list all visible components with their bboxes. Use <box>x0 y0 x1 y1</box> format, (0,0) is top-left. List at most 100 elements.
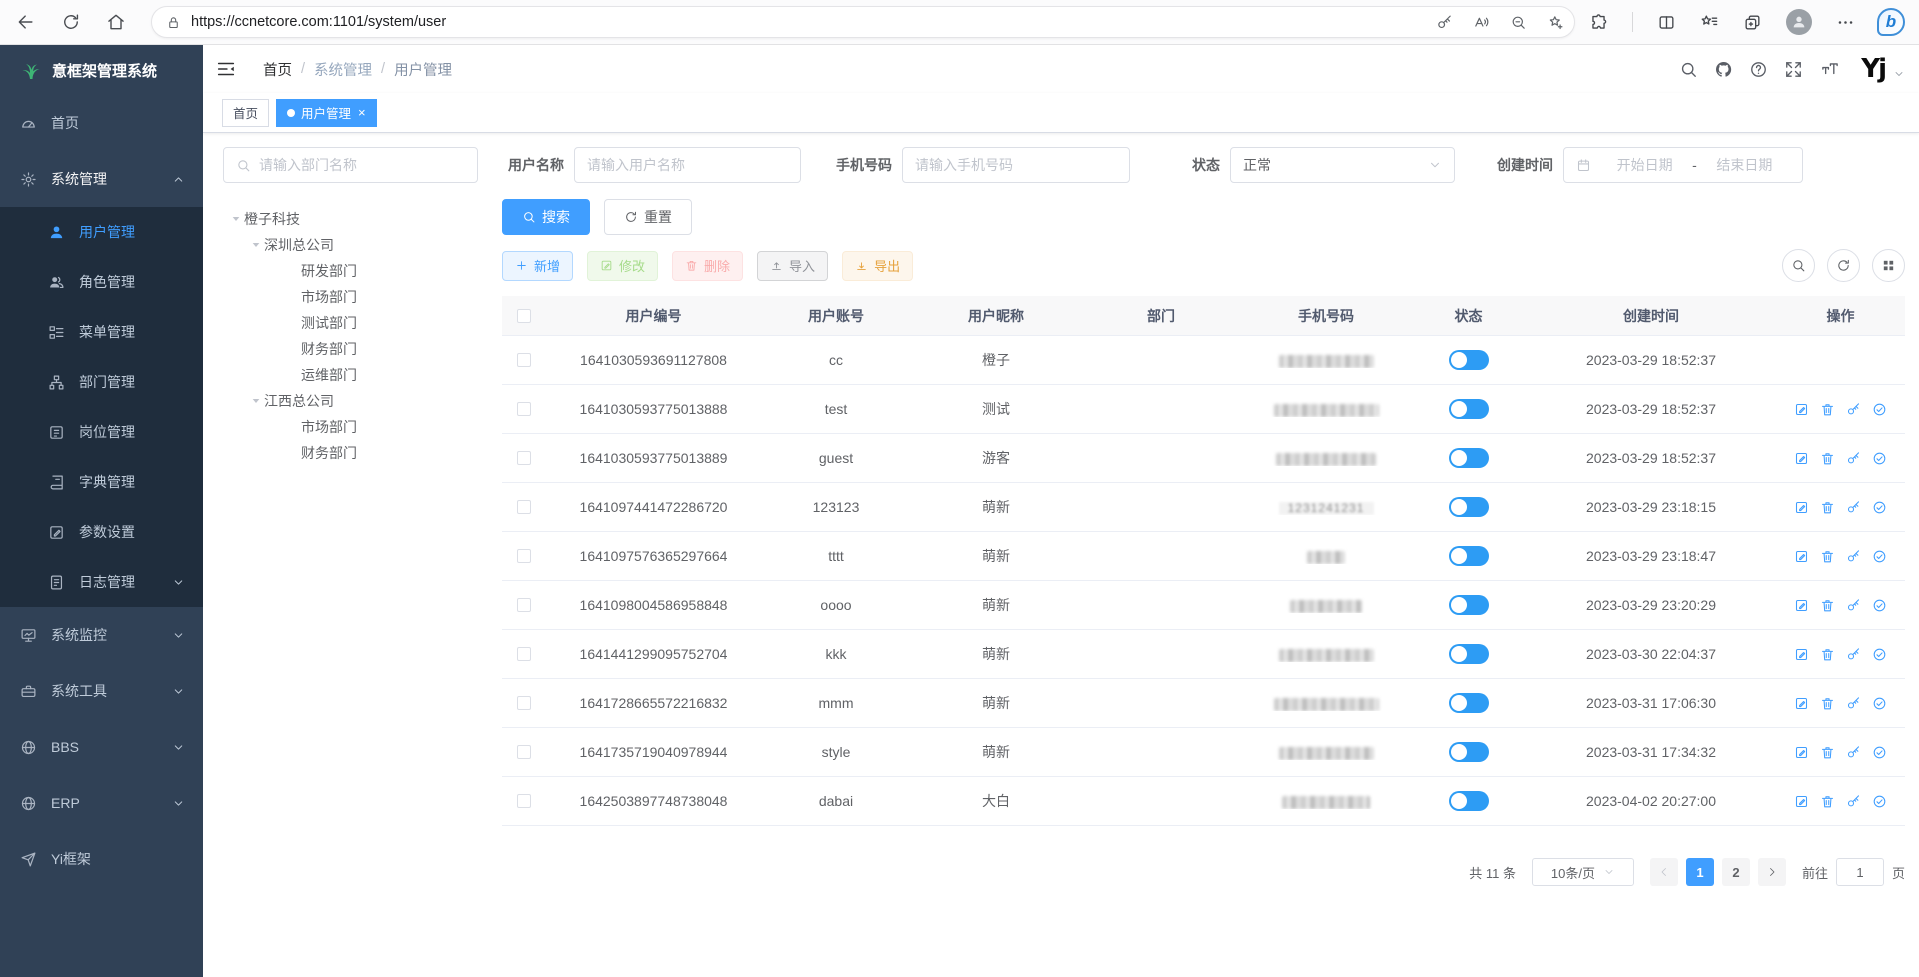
row-checkbox[interactable] <box>517 549 531 563</box>
breadcrumb-home[interactable]: 首页 <box>263 59 292 80</box>
row-assign-role-icon[interactable] <box>1872 402 1887 417</box>
row-delete-icon[interactable] <box>1820 598 1835 613</box>
row-reset-password-icon[interactable] <box>1846 500 1861 515</box>
browser-profile-avatar[interactable] <box>1786 9 1812 35</box>
row-delete-icon[interactable] <box>1820 402 1835 417</box>
add-button[interactable]: 新增 <box>502 251 573 281</box>
row-delete-icon[interactable] <box>1820 500 1835 515</box>
tab-home[interactable]: 首页 <box>222 99 269 127</box>
split-screen-icon[interactable] <box>1657 13 1676 32</box>
row-reset-password-icon[interactable] <box>1846 549 1861 564</box>
row-edit-icon[interactable] <box>1794 696 1809 711</box>
page-size-select[interactable]: 10条/页 <box>1532 858 1634 886</box>
status-toggle[interactable] <box>1449 497 1489 517</box>
font-size-icon[interactable] <box>1819 60 1841 79</box>
page-number-button[interactable]: 2 <box>1722 858 1750 886</box>
read-aloud-icon[interactable] <box>1473 14 1490 31</box>
user-avatar[interactable]: Yj <box>1861 56 1885 82</box>
collections-icon[interactable] <box>1743 13 1762 32</box>
phone-field[interactable] <box>915 157 1117 173</box>
row-delete-icon[interactable] <box>1820 451 1835 466</box>
status-toggle[interactable] <box>1449 448 1489 468</box>
tree-node[interactable]: 财务部门 <box>223 440 478 466</box>
browser-back-icon[interactable] <box>16 12 36 32</box>
zoom-out-icon[interactable] <box>1510 14 1527 31</box>
tree-node[interactable]: 研发部门 <box>223 258 478 284</box>
row-reset-password-icon[interactable] <box>1846 647 1861 662</box>
sidebar-item-系统工具[interactable]: 系统工具 <box>0 663 203 719</box>
export-button[interactable]: 导出 <box>842 251 913 281</box>
tree-caret-icon[interactable] <box>248 237 264 253</box>
page-number-button[interactable]: 1 <box>1686 858 1714 886</box>
reset-button[interactable]: 重置 <box>604 199 692 235</box>
end-date-placeholder[interactable]: 结束日期 <box>1699 155 1790 175</box>
row-reset-password-icon[interactable] <box>1846 794 1861 809</box>
row-reset-password-icon[interactable] <box>1846 598 1861 613</box>
dept-search-input[interactable] <box>223 147 478 183</box>
browser-home-icon[interactable] <box>106 12 126 32</box>
row-checkbox[interactable] <box>517 647 531 661</box>
row-edit-icon[interactable] <box>1794 647 1809 662</box>
sidebar-item-部门管理[interactable]: 部门管理 <box>0 357 203 407</box>
row-delete-icon[interactable] <box>1820 745 1835 760</box>
tab-user-management[interactable]: 用户管理 × <box>276 99 377 127</box>
next-page-button[interactable] <box>1758 858 1786 886</box>
dept-name-field[interactable] <box>259 157 465 173</box>
breadcrumb-system[interactable]: 系统管理 <box>314 59 372 80</box>
tree-node[interactable]: 市场部门 <box>223 414 478 440</box>
sidebar-item-Yi框架[interactable]: Yi框架 <box>0 831 203 887</box>
github-icon[interactable] <box>1714 60 1733 79</box>
status-toggle[interactable] <box>1449 644 1489 664</box>
address-bar[interactable]: https://ccnetcore.com:1101/system/user <box>151 6 1575 38</box>
start-date-placeholder[interactable]: 开始日期 <box>1599 155 1690 175</box>
row-checkbox[interactable] <box>517 745 531 759</box>
row-reset-password-icon[interactable] <box>1846 402 1861 417</box>
row-reset-password-icon[interactable] <box>1846 745 1861 760</box>
copilot-icon[interactable]: b <box>1877 8 1905 36</box>
row-checkbox[interactable] <box>517 794 531 808</box>
tree-node[interactable]: 财务部门 <box>223 336 478 362</box>
row-assign-role-icon[interactable] <box>1872 696 1887 711</box>
row-edit-icon[interactable] <box>1794 500 1809 515</box>
tree-node[interactable]: 橙子科技 <box>223 206 478 232</box>
close-tab-icon[interactable]: × <box>358 106 366 119</box>
sidebar-item-首页[interactable]: 首页 <box>0 95 203 151</box>
username-field[interactable] <box>587 157 788 173</box>
row-delete-icon[interactable] <box>1820 647 1835 662</box>
sidebar-item-字典管理[interactable]: 字典管理 <box>0 457 203 507</box>
edit-button[interactable]: 修改 <box>587 251 658 281</box>
sidebar-item-日志管理[interactable]: 日志管理 <box>0 557 203 607</box>
status-toggle[interactable] <box>1449 791 1489 811</box>
columns-button[interactable] <box>1872 249 1905 282</box>
row-assign-role-icon[interactable] <box>1872 598 1887 613</box>
status-select[interactable]: 正常 <box>1230 147 1455 183</box>
row-reset-password-icon[interactable] <box>1846 451 1861 466</box>
toggle-search-button[interactable] <box>1782 249 1815 282</box>
row-assign-role-icon[interactable] <box>1872 451 1887 466</box>
row-checkbox[interactable] <box>517 402 531 416</box>
tree-node[interactable]: 深圳总公司 <box>223 232 478 258</box>
row-assign-role-icon[interactable] <box>1872 647 1887 662</box>
select-all-checkbox[interactable] <box>517 309 531 323</box>
date-range-picker[interactable]: 开始日期 - 结束日期 <box>1563 147 1803 183</box>
goto-page-input[interactable]: 1 <box>1836 858 1884 886</box>
sidebar-item-岗位管理[interactable]: 岗位管理 <box>0 407 203 457</box>
import-button[interactable]: 导入 <box>757 251 828 281</box>
row-delete-icon[interactable] <box>1820 549 1835 564</box>
row-assign-role-icon[interactable] <box>1872 549 1887 564</box>
username-input[interactable] <box>574 147 801 183</box>
row-checkbox[interactable] <box>517 598 531 612</box>
row-edit-icon[interactable] <box>1794 549 1809 564</box>
row-delete-icon[interactable] <box>1820 696 1835 711</box>
sidebar-item-用户管理[interactable]: 用户管理 <box>0 207 203 257</box>
status-toggle[interactable] <box>1449 399 1489 419</box>
help-icon[interactable] <box>1749 60 1768 79</box>
search-button[interactable]: 搜索 <box>502 199 590 235</box>
phone-input[interactable] <box>902 147 1130 183</box>
row-edit-icon[interactable] <box>1794 451 1809 466</box>
row-edit-icon[interactable] <box>1794 794 1809 809</box>
sidebar-fold-icon[interactable] <box>215 58 237 80</box>
sidebar-item-ERP[interactable]: ERP <box>0 775 203 831</box>
favorites-icon[interactable] <box>1700 13 1719 32</box>
status-toggle[interactable] <box>1449 546 1489 566</box>
